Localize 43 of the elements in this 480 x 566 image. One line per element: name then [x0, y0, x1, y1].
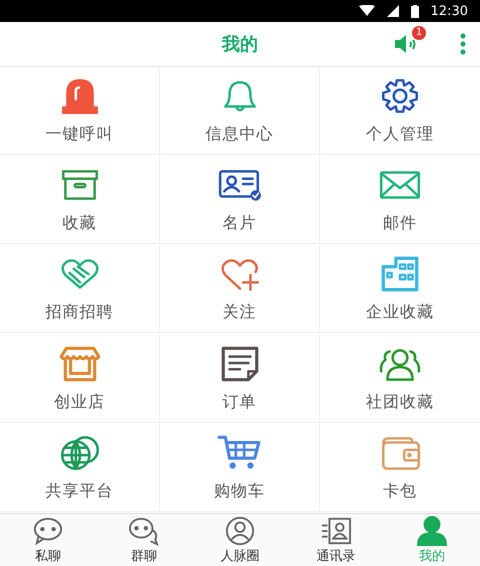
menu-tile[interactable]: 招商招聘: [0, 245, 160, 334]
chat-icon: [126, 516, 162, 546]
menu-tile[interactable]: 邮件: [320, 156, 480, 244]
menu-tile[interactable]: 收藏: [0, 156, 160, 244]
tile-label: 企业收藏: [366, 302, 434, 324]
tile-label: 邮件: [383, 213, 417, 234]
menu-tile[interactable]: 一键呼叫: [0, 67, 160, 155]
menu-tile[interactable]: 共享平台: [0, 424, 160, 512]
tile-label: 社团收藏: [366, 392, 434, 413]
menu-tile[interactable]: 企业收藏: [320, 245, 480, 334]
tile-label: 招商招聘: [46, 302, 114, 324]
more-menu-icon[interactable]: [460, 33, 466, 55]
menu-tile[interactable]: 购物车: [160, 424, 320, 512]
tile-label: 信息中心: [206, 124, 274, 145]
tile-label: 关注: [222, 302, 256, 324]
person-icon: [414, 516, 450, 546]
tab[interactable]: 私聊: [0, 514, 96, 566]
signal-icon: [386, 5, 399, 17]
menu-tile[interactable]: 社团收藏: [320, 334, 480, 423]
tile-label: 购物车: [214, 480, 265, 502]
tile-label: 卡包: [383, 480, 417, 502]
menu-tile[interactable]: 名片: [160, 156, 320, 244]
tile-label: 创业店: [54, 392, 105, 413]
tile-label: 订单: [222, 392, 256, 413]
menu-tile[interactable]: 创业店: [0, 334, 160, 423]
tile-label: 个人管理: [366, 124, 434, 145]
tile-label: 共享平台: [46, 480, 114, 502]
status-time: 12:30: [430, 4, 468, 18]
menu-tile[interactable]: 个人管理: [320, 67, 480, 155]
menu-tile[interactable]: 关注: [160, 245, 320, 334]
tab[interactable]: 人脉圈: [192, 514, 288, 566]
tab[interactable]: 通讯录: [288, 514, 384, 566]
wifi-icon: [358, 5, 375, 17]
tile-label: 收藏: [62, 213, 96, 234]
menu-tile[interactable]: 信息中心: [160, 67, 320, 155]
tab[interactable]: 群聊: [96, 514, 192, 566]
menu-tile[interactable]: 订单: [160, 334, 320, 423]
menu-tile[interactable]: 卡包: [320, 424, 480, 512]
notification-badge: 1: [412, 26, 426, 40]
battery-icon: [410, 4, 419, 18]
tile-label: 名片: [222, 213, 256, 234]
tile-label: 一键呼叫: [46, 124, 114, 145]
page-title: 我的: [222, 33, 258, 56]
